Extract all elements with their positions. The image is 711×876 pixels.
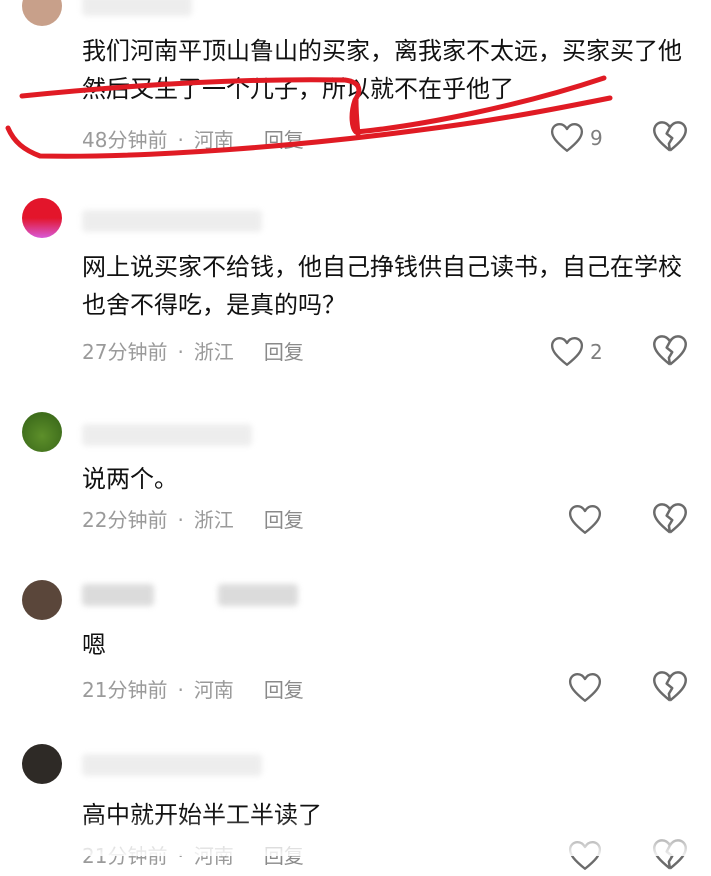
comment-meta: 21分钟前 · 河南 回复 bbox=[82, 676, 304, 704]
heart-outline-icon bbox=[550, 337, 584, 366]
comment-text: 我们河南平顶山鲁山的买家，离我家不太远，买家买了他然后又生了一个儿子，所以就不在… bbox=[82, 37, 682, 103]
like-count: 9 bbox=[590, 126, 603, 150]
broken-heart-icon bbox=[653, 335, 687, 366]
dislike-button[interactable] bbox=[652, 502, 688, 540]
dislike-button[interactable] bbox=[652, 120, 688, 158]
heart-outline-icon bbox=[550, 123, 584, 152]
reply-button[interactable]: 回复 bbox=[264, 126, 304, 154]
reply-button[interactable]: 回复 bbox=[264, 338, 304, 366]
username-blurred bbox=[82, 754, 262, 776]
comment-meta: 48分钟前 · 河南 回复 bbox=[82, 126, 304, 154]
avatar[interactable] bbox=[22, 744, 62, 784]
like-count: 2 bbox=[590, 340, 603, 364]
meta-separator: · bbox=[177, 340, 184, 364]
avatar[interactable] bbox=[22, 198, 62, 238]
reply-button[interactable]: 回复 bbox=[264, 676, 304, 704]
comment-region: 河南 bbox=[193, 678, 234, 702]
comment-time: 48分钟前 bbox=[82, 128, 168, 152]
meta-separator: · bbox=[177, 128, 184, 152]
broken-heart-icon bbox=[653, 503, 687, 534]
avatar[interactable] bbox=[22, 580, 62, 620]
comment-text: 嗯 bbox=[82, 631, 106, 659]
comment-time: 22分钟前 bbox=[82, 508, 168, 532]
comment-region: 河南 bbox=[193, 128, 234, 152]
like-button[interactable] bbox=[568, 672, 602, 704]
comment-meta: 27分钟前 · 浙江 回复 bbox=[82, 338, 304, 366]
heart-outline-icon bbox=[568, 673, 602, 702]
bottom-fade bbox=[0, 816, 711, 856]
like-button[interactable] bbox=[568, 504, 602, 536]
comment-time: 27分钟前 bbox=[82, 340, 168, 364]
meta-separator: · bbox=[177, 678, 184, 702]
broken-heart-icon bbox=[653, 671, 687, 702]
comment-text: 说两个。 bbox=[82, 465, 178, 493]
comment-meta: 22分钟前 · 浙江 回复 bbox=[82, 506, 304, 534]
comment-region: 浙江 bbox=[193, 340, 234, 364]
username-blurred bbox=[82, 424, 252, 446]
username-blurred bbox=[218, 584, 298, 606]
broken-heart-icon bbox=[653, 121, 687, 152]
heart-outline-icon bbox=[568, 505, 602, 534]
meta-separator: · bbox=[177, 508, 184, 532]
username-blurred bbox=[82, 584, 154, 606]
comment-text: 网上说买家不给钱，他自己挣钱供自己读书，自己在学校也舍不得吃，是真的吗？ bbox=[82, 253, 682, 319]
reply-button[interactable]: 回复 bbox=[264, 506, 304, 534]
like-button[interactable]: 9 bbox=[550, 122, 603, 154]
comment-time: 21分钟前 bbox=[82, 678, 168, 702]
dislike-button[interactable] bbox=[652, 334, 688, 372]
like-button[interactable]: 2 bbox=[550, 336, 603, 368]
dislike-button[interactable] bbox=[652, 670, 688, 708]
comment-region: 浙江 bbox=[193, 508, 234, 532]
avatar[interactable] bbox=[22, 0, 62, 26]
username-blurred bbox=[82, 0, 192, 16]
username-blurred bbox=[82, 210, 262, 232]
avatar[interactable] bbox=[22, 412, 62, 452]
